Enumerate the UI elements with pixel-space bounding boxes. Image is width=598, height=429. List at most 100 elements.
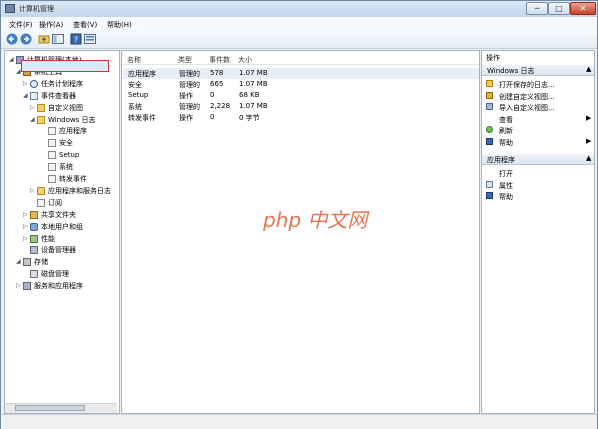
tree-item[interactable]: ▷ 共享文件夹	[23, 210, 76, 220]
close-button[interactable]: ✕	[570, 2, 596, 15]
table-row[interactable]: 安全 管理的 665 1.07 MB	[123, 79, 479, 90]
tree-item[interactable]: ▷ 性能	[23, 234, 55, 244]
tree-item-label: 自定义视图	[48, 103, 83, 112]
collapse-caret-icon[interactable]: ▲	[586, 65, 591, 73]
table-row[interactable]: 系统 管理的 2,228 1.07 MB	[123, 101, 479, 112]
expand-toggle-icon[interactable]: ▷	[16, 281, 22, 291]
tree-item[interactable]: 磁盘管理	[23, 269, 69, 279]
column-header-size[interactable]: 大小	[238, 55, 252, 65]
action-item-label: 打开	[499, 170, 513, 178]
tree-item[interactable]: ◢ 存储	[16, 257, 48, 267]
tree-item[interactable]: 设备管理器	[23, 245, 76, 255]
action-item[interactable]: 刷新	[482, 125, 594, 135]
expand-toggle-icon[interactable]: ◢	[23, 91, 29, 101]
column-header-event-count[interactable]: 事件数	[209, 55, 230, 65]
computer-management-icon	[5, 4, 15, 13]
tree-item[interactable]: 转发事件	[41, 174, 87, 184]
menu-help[interactable]: 帮助(H)	[107, 20, 132, 30]
log-icon	[48, 151, 56, 160]
action-item[interactable]: 查看 ▶	[482, 113, 594, 124]
tree-item-label: 订阅	[48, 198, 62, 207]
tree-item[interactable]: ▷ 自定义视图	[30, 103, 83, 113]
menu-file[interactable]: 文件(F)	[9, 20, 33, 30]
windows-log-selection-highlight	[21, 60, 109, 72]
tree-item[interactable]: 订阅	[30, 198, 62, 208]
show-hide-console-tree-icon[interactable]	[52, 33, 64, 45]
toolbar: ?	[1, 30, 597, 49]
table-row[interactable]: 应用程序 管理的 578 1.07 MB	[123, 68, 479, 79]
tree-item[interactable]: 系统	[41, 162, 73, 172]
submenu-arrow-icon: ▶	[586, 136, 592, 145]
shared-folder-icon	[30, 210, 38, 219]
actions-section-title: 应用程序	[487, 156, 515, 164]
tree-item-label: Setup	[59, 151, 80, 160]
action-item[interactable]: 打开保存的日志...	[482, 79, 594, 89]
action-item[interactable]: 创建自定义视图...	[482, 91, 594, 101]
tree-item[interactable]: ◢ 事件查看器	[23, 91, 76, 101]
tree-item[interactable]: 应用程序	[41, 126, 87, 136]
action-item[interactable]: 帮助	[482, 191, 594, 201]
tree-item[interactable]: ▷ 本地用户和组	[23, 222, 83, 232]
table-row[interactable]: Setup 操作 0 68 KB	[123, 90, 479, 101]
cell-type: 操作	[179, 114, 193, 122]
expand-toggle-icon[interactable]: ▷	[30, 103, 36, 113]
expand-toggle-icon[interactable]: ◢	[9, 55, 15, 65]
expand-toggle-icon[interactable]: ◢	[16, 257, 22, 267]
up-folder-icon[interactable]	[38, 33, 50, 45]
tree-item[interactable]: Setup	[41, 150, 79, 160]
import-icon	[486, 103, 493, 110]
cell-type: 操作	[179, 92, 193, 100]
table-row[interactable]: 转发事件 操作 0 0 字节	[123, 112, 479, 123]
tree-item-label: 系统	[59, 163, 73, 172]
expand-toggle-icon[interactable]: ▷	[23, 234, 29, 244]
tree-item-label: 安全	[59, 139, 73, 148]
actions-pane: 操作 Windows 日志 ▲ 打开保存的日志... 创建自定义视图... 导入自定义视…	[481, 50, 595, 414]
collapse-caret-icon[interactable]: ▲	[586, 154, 591, 162]
cell-name: Setup	[128, 91, 149, 99]
forward-arrow-icon[interactable]	[20, 33, 32, 45]
actions-section-header[interactable]: 应用程序 ▲	[482, 154, 594, 165]
tree-item[interactable]: 安全	[41, 138, 73, 148]
properties-view-icon[interactable]	[84, 33, 96, 45]
open-log-icon	[486, 80, 493, 87]
column-header-name[interactable]: 名称	[127, 55, 141, 65]
action-item[interactable]: 导入自定义视图...	[482, 102, 594, 112]
menu-view[interactable]: 查看(V)	[73, 20, 97, 30]
cell-size: 1.07 MB	[239, 80, 268, 88]
menu-bar: 文件(F) 操作(A) 查看(V) 帮助(H)	[1, 17, 597, 30]
expand-toggle-icon[interactable]: ▷	[23, 210, 29, 220]
cell-size: 1.07 MB	[239, 69, 268, 77]
expand-toggle-icon[interactable]: ▷	[23, 79, 29, 89]
scrollbar-thumb[interactable]	[15, 405, 85, 411]
minimize-button[interactable]: ─	[526, 2, 548, 15]
action-item-label: 属性	[499, 181, 513, 190]
submenu-arrow-icon: ▶	[586, 113, 592, 122]
event-viewer-icon	[30, 91, 38, 100]
cell-type: 管理的	[179, 81, 200, 89]
tree-item[interactable]: ▷ 服务和应用程序	[16, 281, 83, 291]
status-bar	[1, 414, 597, 429]
console-tree-pane: ◢计算机管理(本地)◢系统工具▷任务计划程序◢事件查看器▷自定义视图◢Windo…	[4, 50, 120, 414]
performance-icon	[30, 234, 38, 243]
action-item[interactable]: 打开	[482, 168, 594, 178]
tree-item[interactable]: ◢ Windows 日志	[30, 115, 95, 125]
tree-item-label: 存储	[34, 258, 48, 267]
help-icon[interactable]: ?	[70, 33, 82, 45]
expand-toggle-icon[interactable]: ◢	[30, 115, 36, 125]
actions-section-header[interactable]: Windows 日志 ▲	[482, 65, 594, 76]
tree-item[interactable]: ▷ 应用程序和服务日志	[30, 186, 111, 196]
action-item[interactable]: 帮助 ▶	[482, 136, 594, 147]
expand-toggle-icon[interactable]: ▷	[30, 186, 36, 196]
tree-item[interactable]: ▷ 任务计划程序	[23, 79, 83, 89]
tree-horizontal-scrollbar[interactable]	[5, 403, 117, 413]
menu-action[interactable]: 操作(A)	[39, 20, 63, 30]
action-item[interactable]: 属性	[482, 180, 594, 190]
actions-title: 操作	[486, 54, 500, 62]
column-header-type[interactable]: 类型	[178, 55, 192, 65]
cell-size: 1.07 MB	[239, 102, 268, 110]
back-arrow-icon[interactable]	[6, 33, 18, 45]
cell-event-count: 2,228	[210, 102, 231, 110]
cell-name: 转发事件	[128, 114, 156, 122]
expand-toggle-icon[interactable]: ▷	[23, 222, 29, 232]
maximize-button[interactable]: □	[548, 2, 570, 15]
